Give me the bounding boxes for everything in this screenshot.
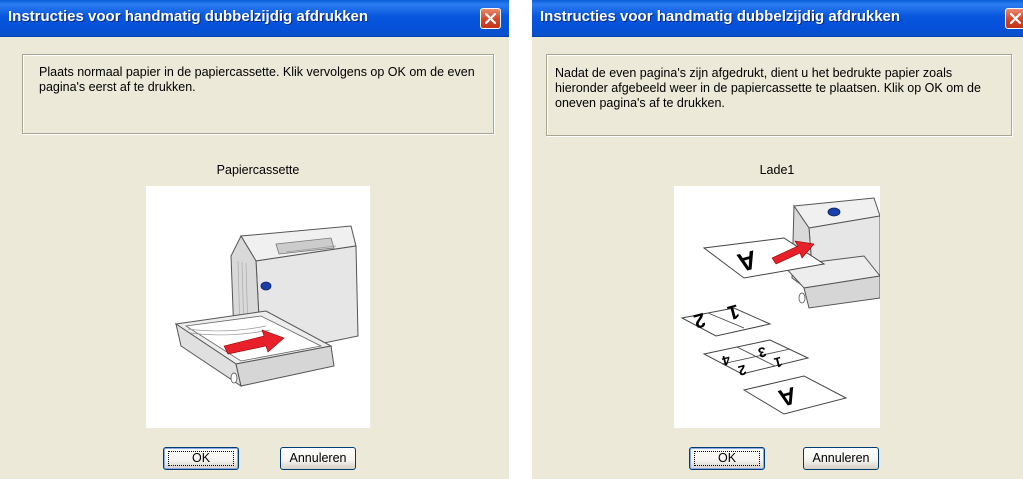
window-title: Instructies voor handmatig dubbelzijdig … <box>540 8 901 25</box>
close-button[interactable] <box>480 8 501 29</box>
close-button[interactable] <box>1005 8 1023 29</box>
printer-tray-icon: A 2 1 4 3 2 1 A <box>680 197 881 415</box>
close-x-icon <box>1010 13 1021 24</box>
printer-icon <box>174 225 359 388</box>
page-number-2: 2 <box>691 308 707 332</box>
picture-caption: Lade1 <box>759 163 795 177</box>
instruction-text: Nadat de even pagina's zijn afgedrukt, d… <box>555 66 981 110</box>
cancel-button-label: Annuleren <box>812 451 870 465</box>
cancel-button[interactable]: Annuleren <box>280 447 356 470</box>
close-x-icon <box>485 13 496 24</box>
title-bar[interactable]: Instructies voor handmatig dubbelzijdig … <box>532 0 1023 37</box>
cancel-button-label: Annuleren <box>289 451 347 465</box>
ok-button[interactable]: OK <box>163 447 239 470</box>
instruction-box: Plaats normaal papier in de papiercasset… <box>22 54 494 134</box>
instruction-box: Nadat de even pagina's zijn afgedrukt, d… <box>546 54 1012 136</box>
instruction-text: Plaats normaal papier in de papiercasset… <box>39 65 475 94</box>
ok-button[interactable]: OK <box>689 447 765 470</box>
focus-rectangle <box>694 451 760 466</box>
printer-paper-cassette-illustration <box>146 186 370 428</box>
window-title: Instructies voor handmatig dubbelzijdig … <box>8 8 369 25</box>
cancel-button[interactable]: Annuleren <box>803 447 879 470</box>
manual-duplex-dialog-odd: Instructies voor handmatig dubbelzijdig … <box>532 0 1023 479</box>
focus-rectangle <box>168 451 234 466</box>
paper-reinsertion-illustration: A 2 1 4 3 2 1 A <box>674 186 881 428</box>
manual-duplex-dialog-even: Instructies voor handmatig dubbelzijdig … <box>0 0 509 479</box>
picture-caption: Papiercassette <box>216 163 300 177</box>
title-bar[interactable]: Instructies voor handmatig dubbelzijdig … <box>0 0 509 37</box>
